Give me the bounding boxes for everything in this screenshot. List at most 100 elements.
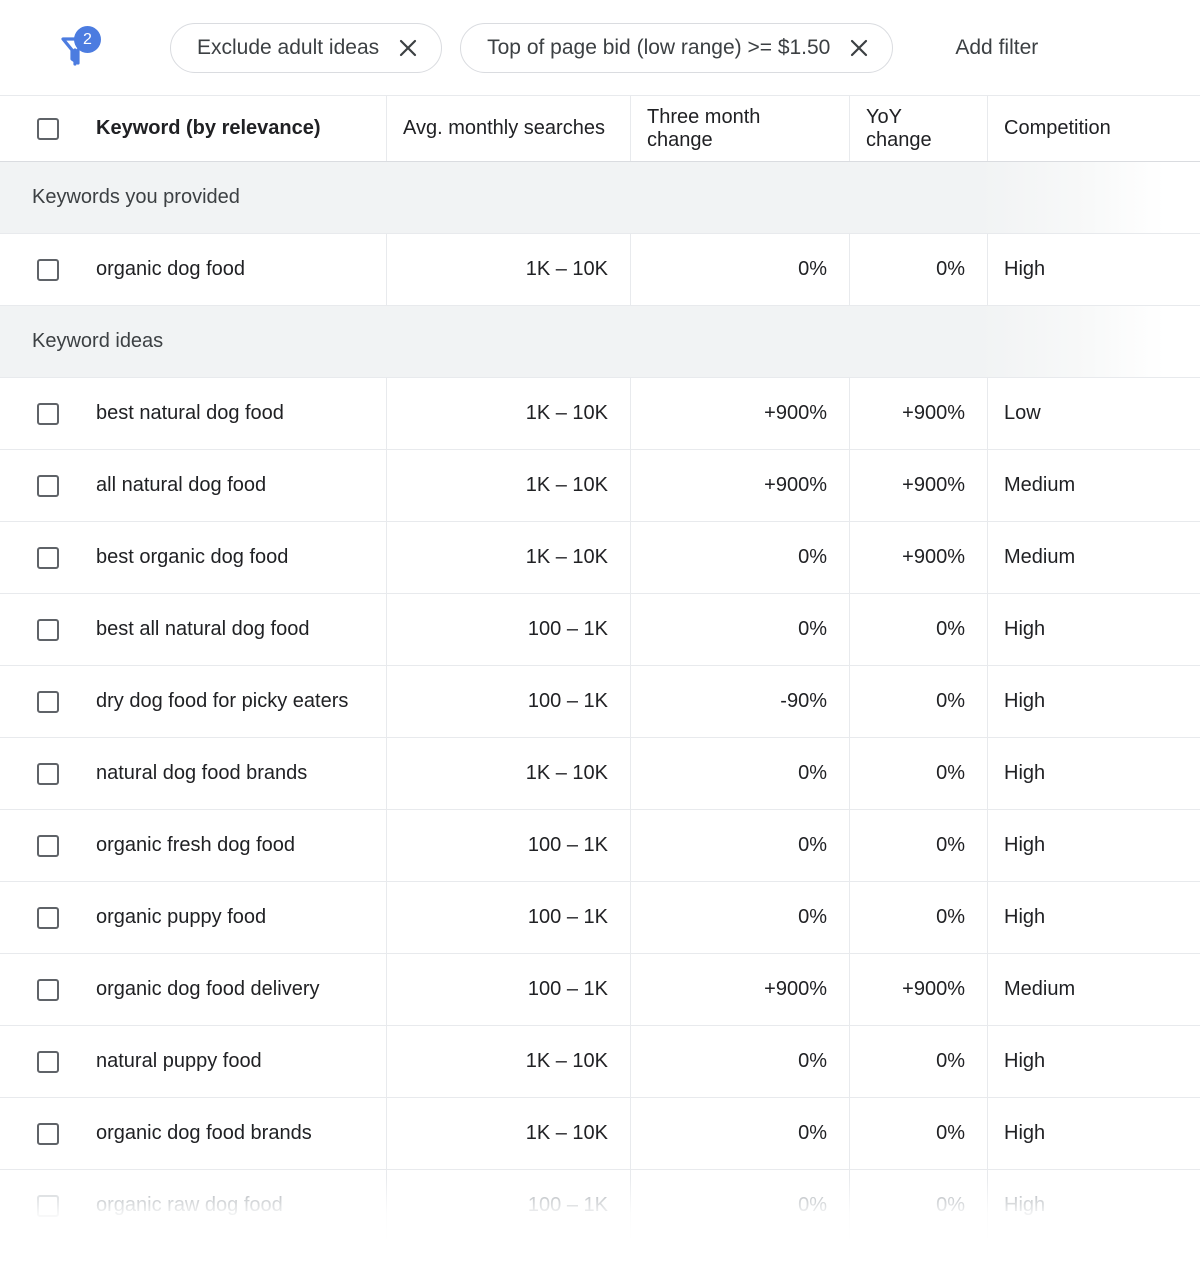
cell-avg-monthly-searches: 1K – 10K bbox=[387, 378, 631, 449]
cell-yoy-change: +900% bbox=[850, 378, 988, 449]
cell-yoy-change: 0% bbox=[850, 810, 988, 881]
cell-three-month-change: 0% bbox=[631, 594, 850, 665]
row-checkbox[interactable] bbox=[0, 690, 96, 713]
header-cell-three-month-change[interactable]: Three month change bbox=[631, 96, 850, 161]
table-row[interactable]: organic dog food brands 1K – 10K 0% 0% High bbox=[0, 1098, 1200, 1170]
group-header-keyword-ideas: Keyword ideas bbox=[0, 306, 1200, 378]
cell-yoy-change: 0% bbox=[850, 738, 988, 809]
checkbox-box bbox=[37, 474, 59, 497]
cell-three-month-change: +900% bbox=[631, 954, 850, 1025]
table-row[interactable]: organic fresh dog food 100 – 1K 0% 0% High bbox=[0, 810, 1200, 882]
cell-keyword: organic puppy food bbox=[0, 882, 387, 953]
cell-competition: High bbox=[1004, 1050, 1046, 1072]
cell-competition: High bbox=[1004, 618, 1046, 640]
row-checkbox[interactable] bbox=[0, 546, 96, 569]
table-row[interactable]: best natural dog food 1K – 10K +900% +900% L… bbox=[0, 378, 1200, 450]
filter-chip-top-of-page-bid[interactable]: Top of page bid (low range) >= $1.50 bbox=[460, 22, 894, 73]
checkbox-box bbox=[37, 1050, 59, 1073]
cell-avg-monthly-searches: 100 – 1K bbox=[387, 1170, 631, 1241]
cell-keyword: organic dog food bbox=[0, 234, 387, 305]
cell-avg-monthly-searches: 100 – 1K bbox=[387, 954, 631, 1025]
keyword-text: organic fresh dog food bbox=[96, 834, 296, 856]
keyword-text: natural dog food brands bbox=[96, 762, 308, 784]
cell-competition: High bbox=[1004, 906, 1046, 928]
keyword-text: best organic dog food bbox=[96, 546, 289, 568]
table-row[interactable]: organic dog food delivery 100 – 1K +900% +9… bbox=[0, 954, 1200, 1026]
keyword-table: Keyword (by relevance) Avg. monthly sear… bbox=[0, 95, 1200, 1242]
table-row[interactable]: best all natural dog food 100 – 1K 0% 0% Hig… bbox=[0, 594, 1200, 666]
cell-keyword: organic dog food brands bbox=[0, 1098, 387, 1169]
cell-keyword: dry dog food for picky eaters bbox=[0, 666, 387, 737]
row-checkbox[interactable] bbox=[0, 978, 96, 1001]
close-icon[interactable] bbox=[848, 37, 870, 59]
row-checkbox[interactable] bbox=[0, 402, 96, 425]
select-all-checkbox[interactable] bbox=[0, 117, 96, 140]
row-checkbox[interactable] bbox=[0, 834, 96, 857]
cell-keyword: best organic dog food bbox=[0, 522, 387, 593]
filter-indicator[interactable]: 2 bbox=[56, 25, 102, 71]
cell-keyword: natural dog food brands bbox=[0, 738, 387, 809]
row-checkbox[interactable] bbox=[0, 258, 96, 281]
keyword-text: dry dog food for picky eaters bbox=[96, 690, 349, 712]
header-cell-keyword[interactable]: Keyword (by relevance) bbox=[0, 96, 387, 161]
row-checkbox[interactable] bbox=[0, 474, 96, 497]
row-checkbox[interactable] bbox=[0, 1194, 96, 1217]
cell-keyword: organic raw dog food bbox=[0, 1170, 387, 1241]
table-row[interactable]: all natural dog food 1K – 10K +900% +900% Me… bbox=[0, 450, 1200, 522]
row-checkbox[interactable] bbox=[0, 1050, 96, 1073]
header-label-three-month-change: Three month change bbox=[647, 105, 761, 151]
cell-competition: High bbox=[1004, 258, 1046, 280]
table-row[interactable]: organic dog food 1K – 10K 0% 0% High bbox=[0, 234, 1200, 306]
checkbox-box bbox=[37, 402, 59, 425]
cell-three-month-change: 0% bbox=[631, 1170, 850, 1241]
header-cell-yoy-change[interactable]: YoY change bbox=[850, 96, 988, 161]
filter-chip-label: Top of page bid (low range) >= $1.50 bbox=[487, 35, 831, 59]
header-label-keyword: Keyword (by relevance) bbox=[96, 117, 321, 139]
header-label-yoy-change: YoY change bbox=[866, 105, 932, 151]
table-row[interactable]: organic puppy food 100 – 1K 0% 0% High bbox=[0, 882, 1200, 954]
header-cell-competition[interactable]: Competition bbox=[988, 96, 1200, 161]
filter-bar: 2 Exclude adult ideas Top of page bid (l… bbox=[0, 0, 1200, 95]
checkbox-box bbox=[37, 906, 59, 929]
cell-keyword: all natural dog food bbox=[0, 450, 387, 521]
table-row[interactable]: natural puppy food 1K – 10K 0% 0% High bbox=[0, 1026, 1200, 1098]
keyword-text: organic dog food delivery bbox=[96, 978, 320, 1000]
row-checkbox[interactable] bbox=[0, 762, 96, 785]
row-checkbox[interactable] bbox=[0, 906, 96, 929]
filter-chip-exclude-adult-ideas[interactable]: Exclude adult ideas bbox=[170, 22, 443, 73]
header-label-avg-monthly-searches: Avg. monthly searches bbox=[403, 117, 605, 139]
cell-competition: Low bbox=[1004, 402, 1041, 424]
table-row[interactable]: organic raw dog food 100 – 1K 0% 0% High bbox=[0, 1170, 1200, 1242]
cell-yoy-change: 0% bbox=[850, 882, 988, 953]
cell-avg-monthly-searches: 1K – 10K bbox=[387, 1098, 631, 1169]
cell-yoy-change: 0% bbox=[850, 1098, 988, 1169]
close-icon[interactable] bbox=[397, 37, 419, 59]
keyword-ideas-rows: best natural dog food 1K – 10K +900% +900% L… bbox=[0, 378, 1200, 1242]
cell-competition: Medium bbox=[1004, 978, 1076, 1000]
cell-three-month-change: 0% bbox=[631, 882, 850, 953]
row-checkbox[interactable] bbox=[0, 618, 96, 641]
table-row[interactable]: natural dog food brands 1K – 10K 0% 0% High bbox=[0, 738, 1200, 810]
checkbox-box bbox=[37, 762, 59, 785]
cell-three-month-change: 0% bbox=[631, 810, 850, 881]
filter-count-badge: 2 bbox=[74, 25, 101, 53]
header-label-competition: Competition bbox=[1004, 117, 1111, 139]
cell-yoy-change: 0% bbox=[850, 666, 988, 737]
cell-three-month-change: 0% bbox=[631, 522, 850, 593]
cell-keyword: best all natural dog food bbox=[0, 594, 387, 665]
checkbox-box bbox=[37, 690, 59, 713]
table-row[interactable]: dry dog food for picky eaters 100 – 1K -90… bbox=[0, 666, 1200, 738]
cell-three-month-change: +900% bbox=[631, 378, 850, 449]
cell-avg-monthly-searches: 100 – 1K bbox=[387, 666, 631, 737]
add-filter-button[interactable]: Add filter bbox=[943, 36, 1050, 60]
keyword-text: best all natural dog food bbox=[96, 618, 310, 640]
header-cell-avg-monthly-searches[interactable]: Avg. monthly searches bbox=[387, 96, 631, 161]
checkbox-box bbox=[37, 258, 59, 281]
cell-keyword: organic dog food delivery bbox=[0, 954, 387, 1025]
row-checkbox[interactable] bbox=[0, 1122, 96, 1145]
cell-competition: High bbox=[1004, 690, 1046, 712]
table-row[interactable]: best organic dog food 1K – 10K 0% +900% Medi… bbox=[0, 522, 1200, 594]
cell-avg-monthly-searches: 1K – 10K bbox=[387, 522, 631, 593]
cell-yoy-change: +900% bbox=[850, 522, 988, 593]
cell-avg-monthly-searches: 1K – 10K bbox=[387, 234, 631, 305]
